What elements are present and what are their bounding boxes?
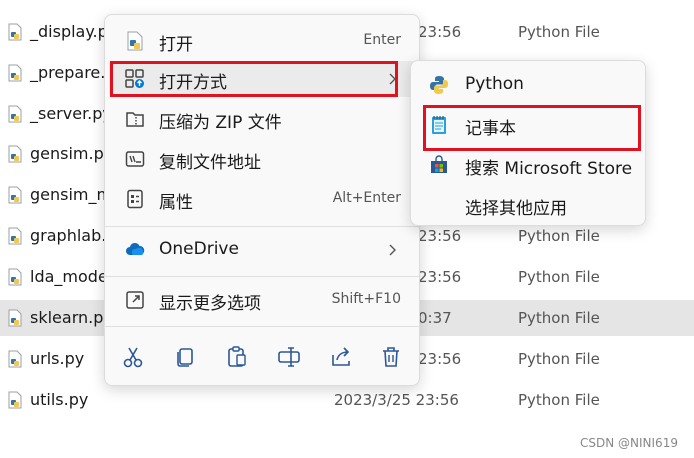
file-name: urls.py [30, 349, 85, 368]
python-file-icon [8, 350, 22, 368]
file-name: lda_mode [30, 267, 108, 286]
file-type: Python File [518, 309, 600, 327]
file-name: utils.py [30, 390, 89, 409]
python-icon [430, 76, 448, 94]
menu-separator [105, 276, 419, 277]
menu-item-label: 显示更多选项 [159, 294, 261, 314]
menu-separator [105, 326, 419, 327]
file-date: 23:56 [418, 227, 462, 245]
file-date: 23:56 [418, 23, 462, 41]
menu-item-show-more-options[interactable]: 显示更多选项 Shift+F10 [109, 282, 415, 318]
file-type: Python File [518, 227, 600, 245]
python-file-icon [8, 268, 22, 286]
menu-item-compress-zip[interactable]: 压缩为 ZIP 文件 [109, 101, 415, 137]
menu-item-properties[interactable]: 属性 Alt+Enter [109, 181, 415, 217]
menu-item-label: 压缩为 ZIP 文件 [159, 113, 282, 133]
menu-item-onedrive[interactable]: OneDrive [109, 232, 415, 268]
python-file-icon [8, 23, 22, 41]
menu-item-shortcut: Shift+F10 [331, 291, 401, 307]
menu-toolbar [105, 337, 419, 377]
menu-item-label: OneDrive [159, 239, 239, 259]
python-file-icon [8, 186, 22, 204]
cut-icon[interactable] [119, 343, 147, 371]
onedrive-cloud-icon [126, 242, 145, 255]
python-file-icon [127, 31, 143, 51]
file-name: sklearn.py [30, 308, 113, 327]
watermark: CSDN @NINI619 [580, 436, 678, 450]
file-name: _server.py [30, 104, 112, 123]
menu-item-open[interactable]: 打开 Enter [109, 23, 415, 59]
properties-icon [127, 189, 143, 209]
rename-icon[interactable] [275, 343, 303, 371]
chevron-right-icon [389, 73, 396, 85]
submenu-item-label: 搜索 Microsoft Store [465, 159, 633, 179]
menu-item-open-with[interactable]: 打开方式 [109, 61, 415, 97]
file-name: _display.p [30, 22, 108, 41]
file-type: Python File [518, 350, 600, 368]
file-type: Python File [518, 268, 600, 286]
file-type: Python File [518, 391, 600, 409]
python-file-icon [8, 145, 22, 163]
file-name: gensim_m [30, 185, 113, 204]
open-with-icon [125, 69, 144, 88]
submenu-item-label: 选择其他应用 [465, 199, 567, 219]
microsoft-store-icon [431, 155, 447, 173]
menu-item-shortcut: Alt+Enter [332, 190, 401, 206]
file-date: 23:56 [418, 268, 462, 286]
menu-item-copy-path[interactable]: 复制文件地址 [109, 141, 415, 177]
file-date: 23:56 [418, 350, 462, 368]
chevron-right-icon [389, 244, 396, 256]
open-with-submenu: Python 记事本 搜索 Microsoft Store 选择其他应用 [410, 60, 646, 226]
copy-icon[interactable] [171, 343, 199, 371]
menu-item-label: 复制文件地址 [159, 153, 261, 173]
file-date: 2023/3/25 23:56 [334, 391, 459, 409]
file-row[interactable]: utils.py 2023/3/25 23:56 Python File [0, 382, 694, 418]
submenu-item-notepad[interactable]: 记事本 [415, 107, 641, 143]
python-file-icon [8, 105, 22, 123]
submenu-item-python[interactable]: Python [415, 67, 641, 103]
menu-item-label: 打开 [159, 35, 193, 55]
file-name: gensim.py [30, 144, 114, 163]
submenu-item-label: 记事本 [465, 119, 516, 139]
python-file-icon [8, 391, 22, 409]
paste-icon[interactable] [223, 343, 251, 371]
submenu-item-label: Python [465, 74, 524, 94]
more-options-icon [126, 291, 144, 309]
file-date: 0:37 [418, 309, 452, 327]
copy-path-icon [125, 151, 145, 167]
menu-item-shortcut: Enter [363, 32, 401, 48]
python-file-icon [8, 227, 22, 245]
file-type: Python File [518, 23, 600, 41]
share-icon[interactable] [327, 343, 355, 371]
menu-item-label: 打开方式 [159, 73, 227, 93]
zip-icon [126, 112, 144, 127]
context-menu: 打开 Enter 打开方式 压缩为 ZIP 文件 复制文件地址 属性 Alt+E… [104, 14, 420, 386]
submenu-item-choose-other-app[interactable]: 选择其他应用 [415, 187, 641, 223]
python-file-icon [8, 64, 22, 82]
submenu-item-microsoft-store[interactable]: 搜索 Microsoft Store [415, 147, 641, 183]
menu-item-label: 属性 [159, 193, 193, 213]
file-name: _prepare.p [30, 63, 116, 82]
delete-icon[interactable] [377, 343, 405, 371]
python-file-icon [8, 309, 22, 327]
notepad-icon [432, 116, 446, 134]
menu-separator [105, 226, 419, 227]
